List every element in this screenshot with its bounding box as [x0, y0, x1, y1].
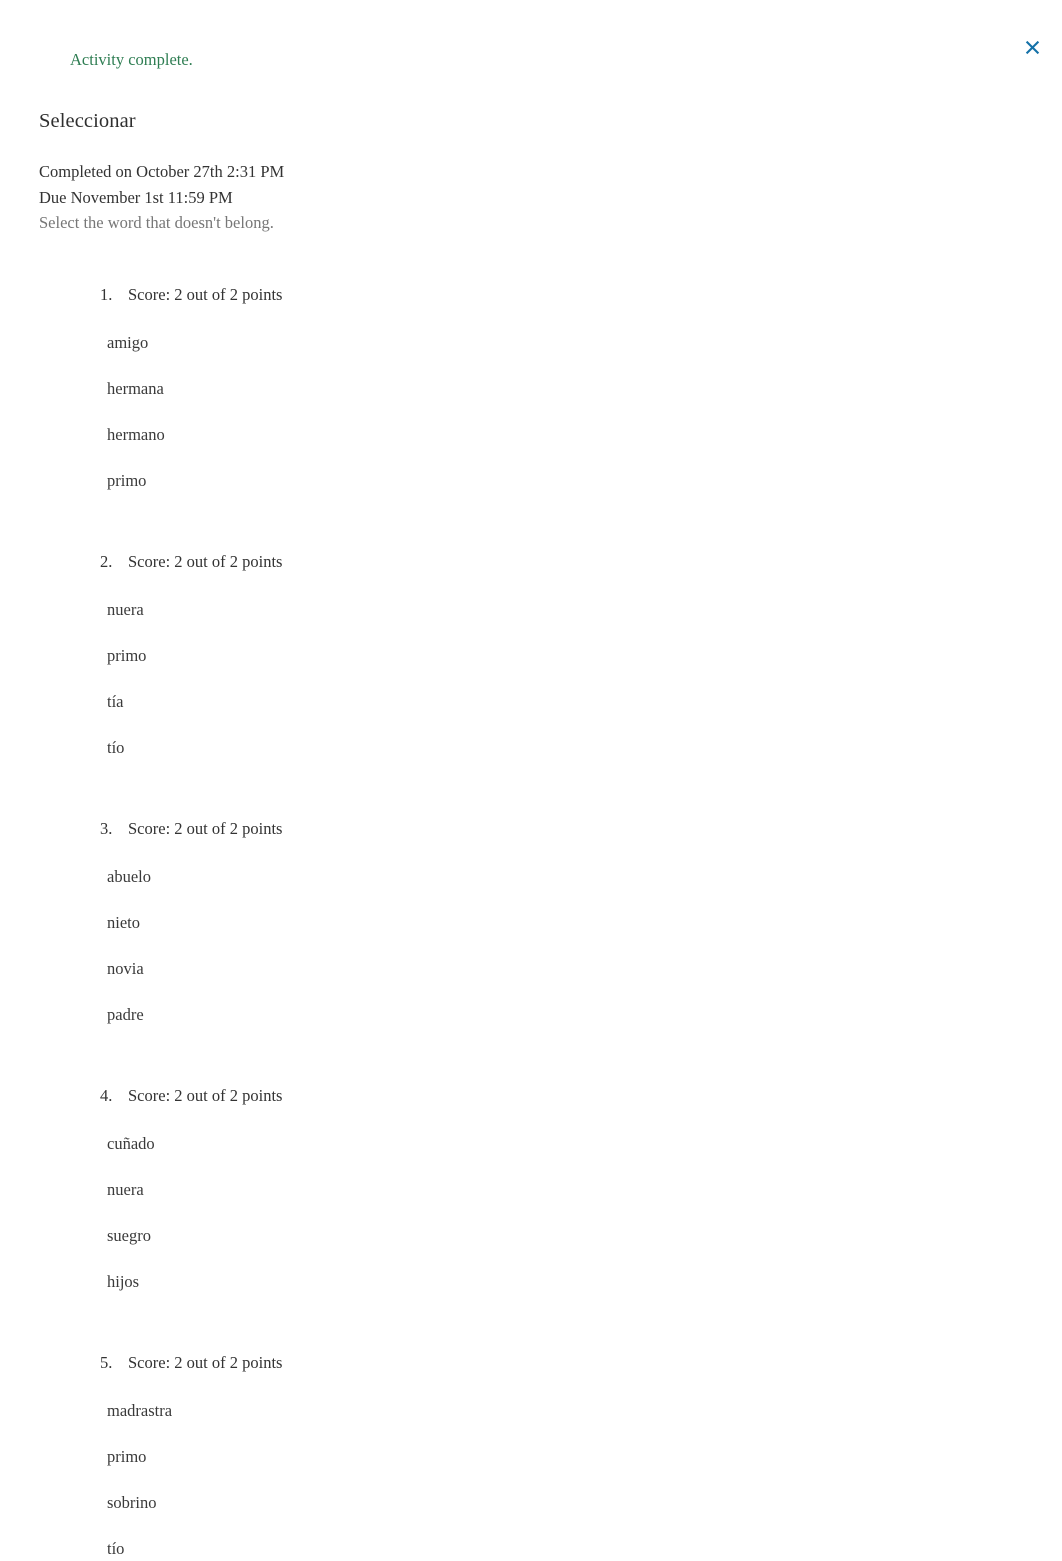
question-item: 5. Score: 2 out of 2 points madrastra pr… [0, 1351, 1062, 1561]
option-item[interactable]: novia [107, 957, 1062, 981]
option-item[interactable]: primo [107, 469, 1062, 493]
question-number: 5. [100, 1353, 113, 1372]
question-score: Score: 2 out of 2 points [128, 1086, 283, 1105]
question-score: Score: 2 out of 2 points [128, 1353, 283, 1372]
option-item[interactable]: hermano [107, 423, 1062, 447]
question-item: 1. Score: 2 out of 2 points amigo herman… [0, 283, 1062, 493]
question-header: 1. Score: 2 out of 2 points [0, 283, 1062, 307]
instructions-text: Select the word that doesn't belong. [39, 213, 274, 232]
completed-on-text: Completed on October 27th 2:31 PM [39, 162, 285, 181]
option-item[interactable]: tía [107, 690, 1062, 714]
options-list: abuelo nieto novia padre [0, 865, 1062, 1027]
option-item[interactable]: primo [107, 644, 1062, 668]
options-list: amigo hermana hermano primo [0, 331, 1062, 493]
question-number: 1. [100, 285, 113, 304]
option-item[interactable]: primo [107, 1445, 1062, 1469]
option-item[interactable]: cuñado [107, 1132, 1062, 1156]
option-item[interactable]: hijos [107, 1270, 1062, 1294]
options-list: nuera primo tía tío [0, 598, 1062, 760]
option-item[interactable]: padre [107, 1003, 1062, 1027]
page-title: Seleccionar [39, 110, 136, 132]
question-score: Score: 2 out of 2 points [128, 819, 283, 838]
option-item[interactable]: tío [107, 736, 1062, 760]
option-item[interactable]: hermana [107, 377, 1062, 401]
options-list: madrastra primo sobrino tío [0, 1399, 1062, 1561]
question-number: 2. [100, 552, 113, 571]
question-score: Score: 2 out of 2 points [128, 552, 283, 571]
option-item[interactable]: abuelo [107, 865, 1062, 889]
due-date-text: Due November 1st 11:59 PM [39, 187, 233, 207]
question-score: Score: 2 out of 2 points [128, 285, 283, 304]
option-item[interactable]: nuera [107, 1178, 1062, 1202]
option-item[interactable]: tío [107, 1537, 1062, 1561]
question-header: 3. Score: 2 out of 2 points [0, 817, 1062, 841]
option-item[interactable]: nieto [107, 911, 1062, 935]
question-header: 2. Score: 2 out of 2 points [0, 550, 1062, 574]
question-item: 3. Score: 2 out of 2 points abuelo nieto… [0, 817, 1062, 1027]
question-item: 4. Score: 2 out of 2 points cuñado nuera… [0, 1084, 1062, 1294]
questions-list: 1. Score: 2 out of 2 points amigo herman… [0, 283, 1062, 1561]
option-item[interactable]: amigo [107, 331, 1062, 355]
option-item[interactable]: sobrino [107, 1491, 1062, 1515]
question-item: 2. Score: 2 out of 2 points nuera primo … [0, 550, 1062, 760]
question-header: 5. Score: 2 out of 2 points [0, 1351, 1062, 1375]
activity-status-text: Activity complete. [70, 50, 193, 69]
option-item[interactable]: madrastra [107, 1399, 1062, 1423]
option-item[interactable]: suegro [107, 1224, 1062, 1248]
options-list: cuñado nuera suegro hijos [0, 1132, 1062, 1294]
option-item[interactable]: nuera [107, 598, 1062, 622]
activity-status-banner: Activity complete. [0, 50, 1062, 70]
activity-meta: Completed on October 27th 2:31 PM Due No… [39, 159, 284, 236]
question-number: 3. [100, 819, 113, 838]
question-number: 4. [100, 1086, 113, 1105]
question-header: 4. Score: 2 out of 2 points [0, 1084, 1062, 1108]
